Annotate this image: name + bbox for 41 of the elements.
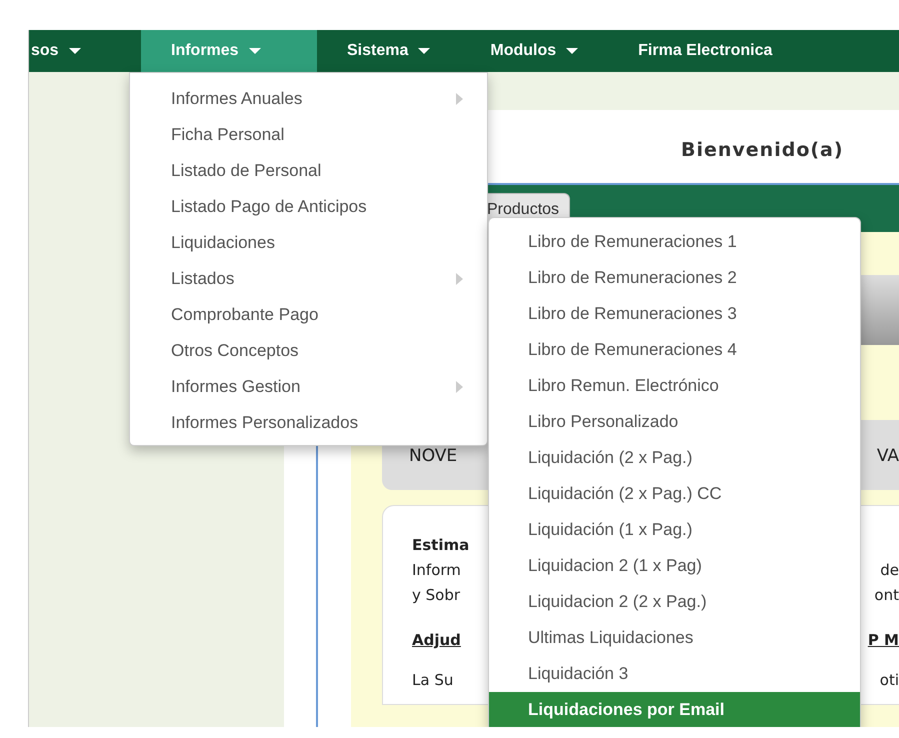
menu-item[interactable]: Otros Conceptos — [130, 333, 487, 369]
message-text: oti — [880, 670, 899, 691]
submenu-item[interactable]: Libro Remun. Electrónico — [489, 368, 860, 404]
notice-title: NOVE — [409, 445, 458, 468]
submenu-item[interactable]: Libro de Remuneraciones 4 — [489, 332, 860, 368]
message-text: ont — [874, 585, 899, 606]
notice-title: VA — [876, 445, 899, 468]
message-link[interactable]: P M — [868, 629, 899, 654]
nav-menu-item[interactable]: Modulos — [460, 30, 608, 72]
message-text: y Sobr — [412, 585, 460, 606]
message-text: Inform — [412, 560, 461, 581]
submenu-item[interactable]: Liquidacion 2 (2 x Pag.) — [489, 584, 860, 620]
menu-item[interactable]: Comprobante Pago — [130, 297, 487, 333]
nav-menu-item[interactable]: Firma Electronica — [608, 30, 802, 72]
caret-icon — [248, 48, 261, 54]
message-text: de — [880, 560, 899, 581]
submenu-item[interactable]: Liquidacion 2 (1 x Pag) — [489, 548, 860, 584]
submenu-item[interactable]: Liquidación (1 x Pag.) — [489, 512, 860, 548]
submenu-item[interactable]: Liquidación (2 x Pag.) CC — [489, 476, 860, 512]
submenu-item[interactable]: Liquidación (2 x Pag.) — [489, 440, 860, 476]
message-text: La Su — [412, 670, 454, 691]
nav-menu-item[interactable]: Sistema — [317, 30, 460, 72]
message-heading: Estima — [412, 535, 470, 556]
submenu-item[interactable]: Libro de Remuneraciones 2 — [489, 260, 860, 296]
submenu-item[interactable]: Liquidación 3 — [489, 656, 860, 692]
nav-menu-item[interactable]: sos — [29, 30, 141, 72]
welcome-title: Bienvenido(a) — [681, 139, 844, 161]
menu-item[interactable]: Informes Gestion — [130, 369, 487, 405]
menu-item[interactable]: Informes Personalizados — [130, 405, 487, 441]
submenu-item[interactable]: Libro de Remuneraciones 3 — [489, 296, 860, 332]
menu-item[interactable]: Ficha Personal — [130, 117, 487, 153]
menu-item[interactable]: Listado de Personal — [130, 153, 487, 189]
submenu-item[interactable]: Ultimas Liquidaciones — [489, 620, 860, 656]
message-link[interactable]: Adjud — [412, 629, 461, 654]
caret-icon — [566, 48, 578, 54]
submenu-item[interactable]: Libro Personalizado — [489, 404, 860, 440]
menu-item[interactable]: Informes Anuales — [130, 81, 487, 117]
submenu-item[interactable]: Liquidaciones por Email — [489, 692, 860, 727]
caret-icon — [418, 48, 430, 54]
caret-icon — [68, 48, 81, 54]
menu-item[interactable]: Listados — [130, 261, 487, 297]
